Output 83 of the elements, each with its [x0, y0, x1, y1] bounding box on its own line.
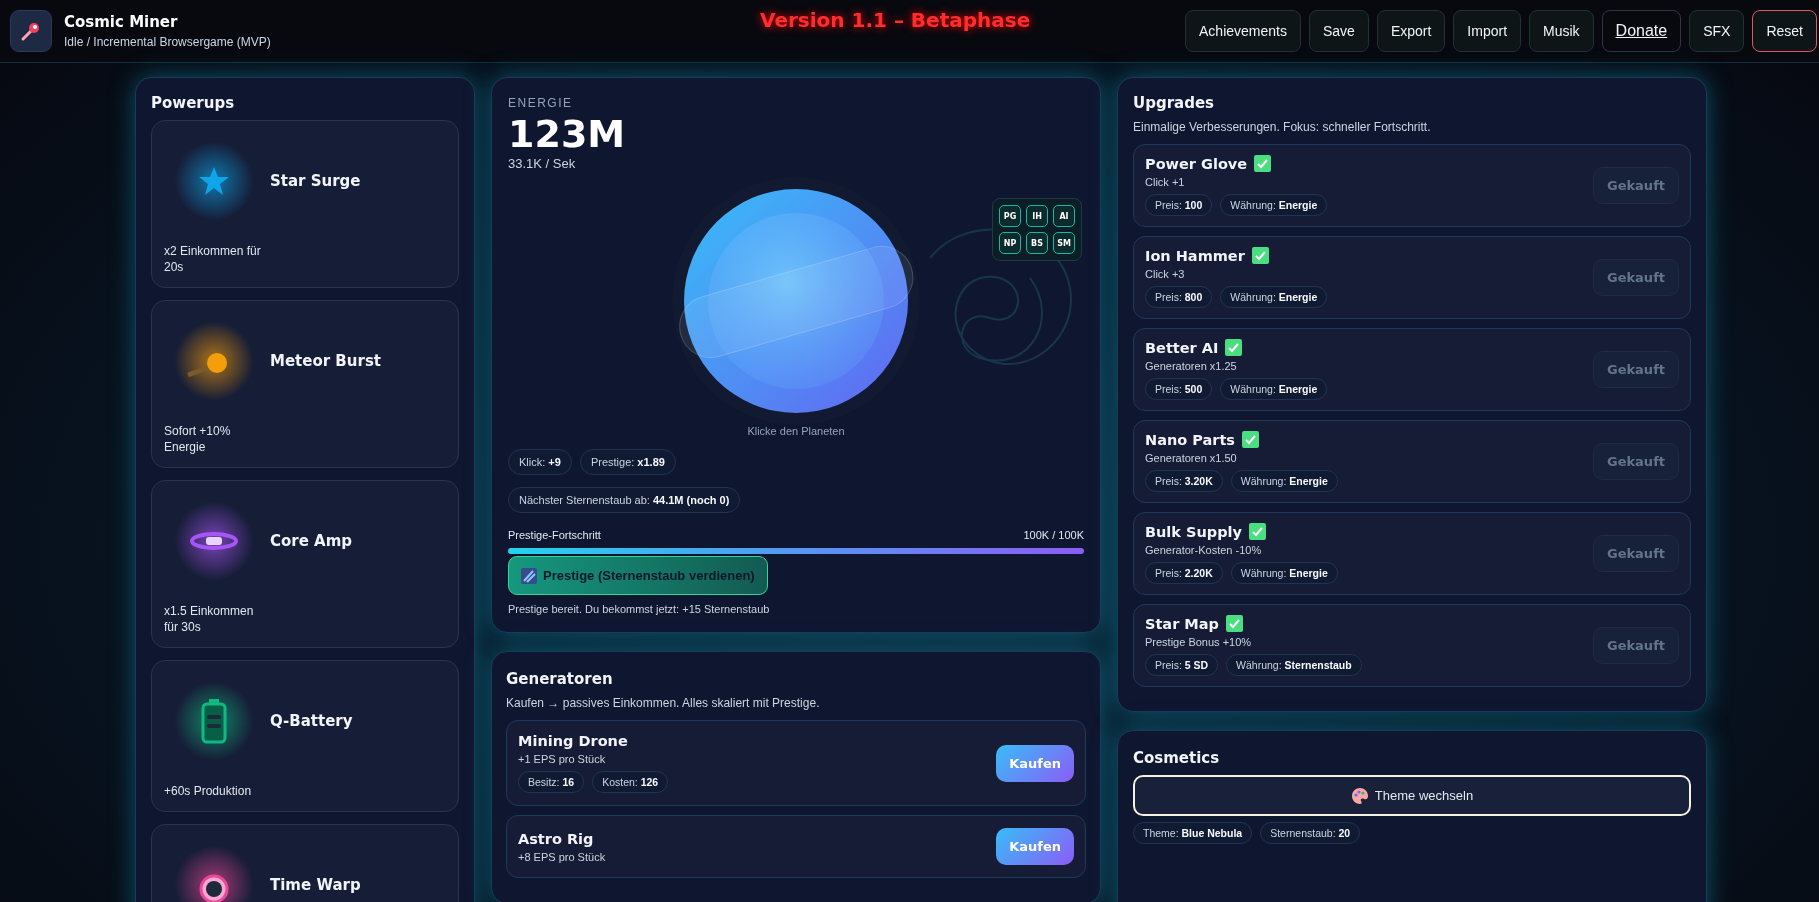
upgrade-name: Power Glove [1145, 155, 1248, 172]
upgrade-badge: NP [999, 232, 1021, 254]
panel-title: Powerups [151, 94, 236, 112]
powerup-name: Star Surge [270, 172, 361, 190]
shooting-star-icon [521, 567, 537, 584]
powerup-card[interactable]: Star Surge x2 Einkommen für 20s [151, 120, 459, 288]
upgrade-name: Bulk Supply [1145, 523, 1242, 540]
powerup-card[interactable]: Q-Battery +60s Produktion [151, 660, 459, 812]
info-chip: Währung: Energie [1220, 378, 1328, 400]
upgrade-badge: IH [1026, 205, 1048, 227]
info-chip: Besitz: 16 [518, 771, 585, 793]
panel-title: Generatoren [506, 670, 614, 688]
panel-subtitle: Einmalige Verbesserungen. Fokus: schneller Fortschritt. [1133, 120, 1432, 134]
panel-subtitle: Kaufen → passives Einkommen. Alles skaliert mit Prestige. [506, 696, 821, 710]
energy-label: ENERGIE [508, 96, 574, 110]
upgrade-effect: Click +3 [1145, 268, 1186, 280]
header-button[interactable]: Musik [1529, 10, 1594, 52]
progress-label: Prestige-Fortschritt [508, 529, 601, 541]
info-chip: Währung: Energie [1220, 194, 1328, 216]
progress-reading: 100K / 100K [1023, 529, 1084, 541]
upgrade-badge: AI [1053, 205, 1075, 227]
panel-title: Upgrades [1133, 94, 1215, 112]
upgrade-effect: Generator-Kosten -10% [1145, 544, 1263, 556]
upgrade-name: Better AI [1145, 339, 1219, 356]
energy-rate: 33.1K / Sek [508, 156, 577, 171]
upgrade-badge: SM [1053, 232, 1075, 254]
stat-chip: Klick: +9 [508, 449, 572, 475]
info-chip: Währung: Energie [1230, 470, 1338, 492]
app-title: Cosmic Miner [64, 13, 179, 31]
upgrade-effect: Generatoren x1.25 [1145, 360, 1238, 372]
info-chip: Währung: Energie [1220, 286, 1328, 308]
donate-link[interactable]: Donate [1601, 10, 1682, 52]
header-button[interactable]: SFX [1689, 10, 1745, 52]
planet-hint: Klicke den Planeten [747, 425, 845, 437]
info-chip: Preis: 5 SD [1145, 654, 1219, 676]
powerup-name: Time Warp [270, 876, 361, 894]
upgrade-effect: Prestige Bonus +10% [1145, 636, 1253, 648]
info-chip: Währung: Energie [1230, 562, 1338, 584]
energy-value: 123M [508, 112, 627, 156]
generator-name: Astro Rig [518, 830, 595, 847]
info-chip: Preis: 3.20K [1145, 470, 1223, 492]
powerup-card[interactable]: Meteor Burst Sofort +10% Energie [151, 300, 459, 468]
powerup-description: Sofort +10% Energie [164, 423, 232, 455]
header-button[interactable]: Reset [1752, 10, 1817, 52]
upgrade-name: Star Map [1145, 615, 1219, 632]
powerup-name: Core Amp [270, 532, 353, 550]
upgrade-name: Nano Parts [1145, 431, 1235, 448]
info-chip: Preis: 500 [1145, 378, 1213, 400]
panel-title: Cosmetics [1133, 749, 1221, 767]
info-chip: Kosten: 126 [592, 771, 669, 793]
header-button[interactable]: Export [1376, 10, 1446, 52]
generator-description: +1 EPS pro Stück [518, 753, 607, 765]
header-button[interactable]: Save [1308, 10, 1369, 52]
prestige-note: Prestige bereit. Du bekommst jetzt: +15 Sternenstaub [508, 603, 771, 615]
upgrade-effect: Generatoren x1.50 [1145, 452, 1238, 464]
upgrade-effect: Click +1 [1145, 176, 1186, 188]
app-subtitle: Idle / Incremental Browsergame (MVP) [64, 35, 271, 49]
info-chip: Theme: Blue Nebula [1133, 822, 1253, 844]
upgrade-badge: PG [999, 205, 1021, 227]
palette-icon [1350, 786, 1369, 805]
stat-chip: Prestige: x1.89 [579, 449, 676, 475]
powerup-card[interactable]: Core Amp x1.5 Einkommen für 30s [151, 480, 459, 648]
generator-description: +8 EPS pro Stück [518, 850, 606, 863]
powerup-description: x1.5 Einkommen für 30s [164, 603, 255, 635]
powerup-card[interactable]: Time Warp [151, 824, 459, 902]
comet-icon [10, 10, 52, 52]
header-button[interactable]: Import [1453, 10, 1522, 52]
info-chip: Preis: 2.20K [1145, 562, 1223, 584]
powerup-description: +60s Produktion [164, 783, 253, 799]
info-chip: Preis: 100 [1145, 194, 1213, 216]
header-button[interactable]: Achievements [1185, 10, 1301, 52]
theme-button[interactable]: Theme wechseln [1133, 775, 1691, 816]
info-chip: Währung: Sternenstaub [1226, 654, 1362, 676]
generator-name: Mining Drone [518, 733, 629, 749]
stat-chip: Nächster Sternenstaub ab: 44.1M (noch 0) [508, 487, 741, 513]
version-label: Version 1.1 – Betaphase [759, 8, 1032, 32]
upgrade-badge: BS [1026, 232, 1048, 254]
upgrade-name: Ion Hammer [1145, 247, 1245, 264]
info-chip: Sternenstaub: 20 [1260, 822, 1361, 844]
powerup-description: x2 Einkommen für 20s [164, 243, 262, 275]
info-chip: Preis: 800 [1145, 286, 1213, 308]
powerup-name: Q-Battery [270, 712, 353, 730]
powerup-name: Meteor Burst [270, 352, 381, 370]
